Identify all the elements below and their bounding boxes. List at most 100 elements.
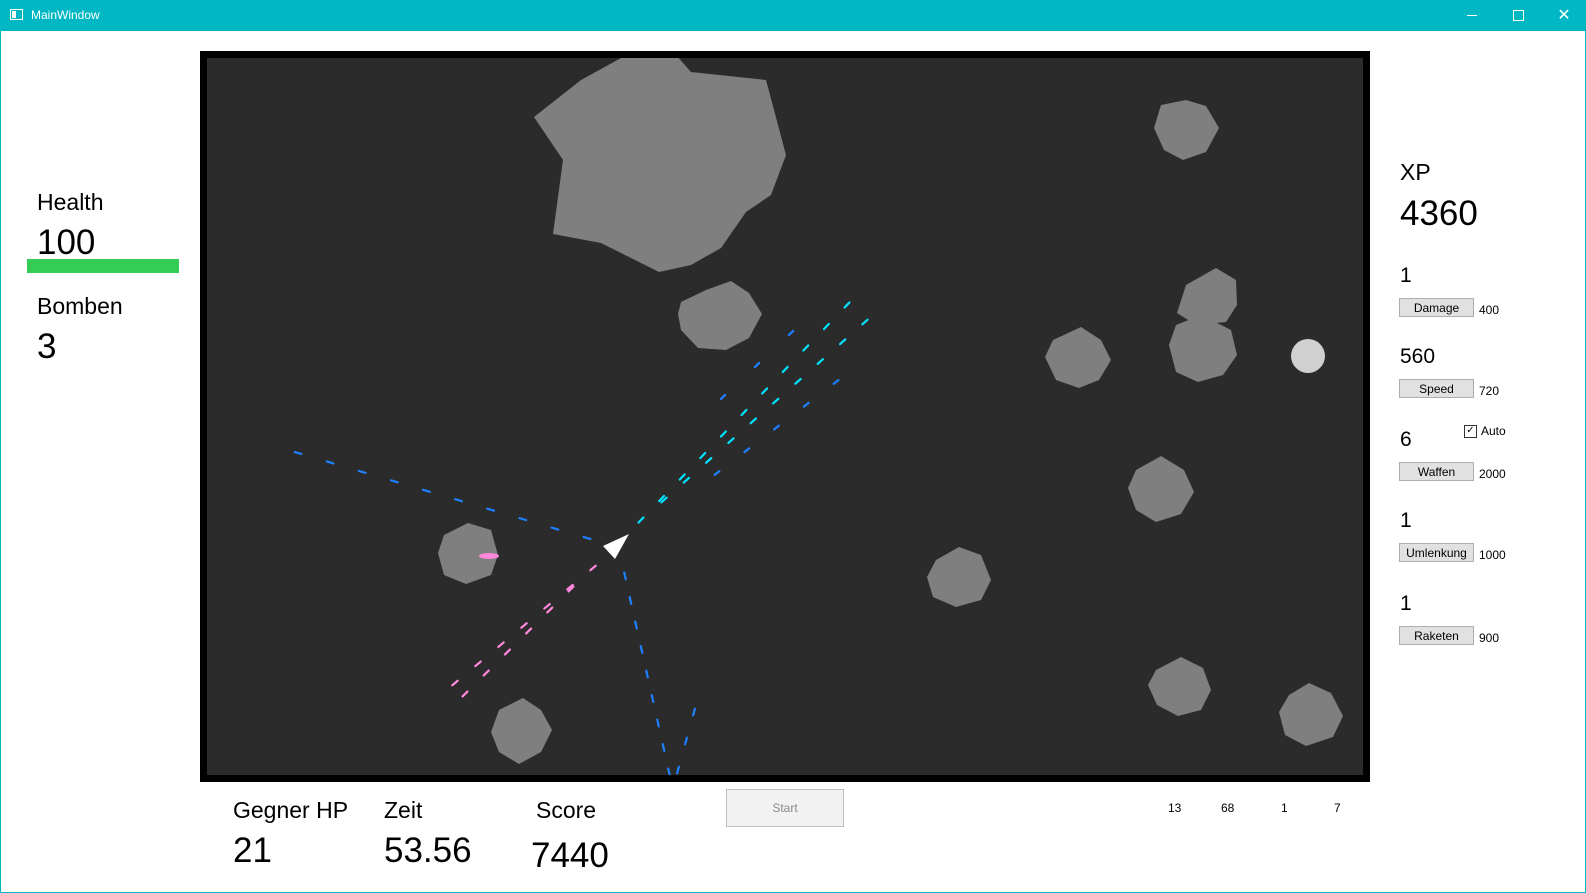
close-button[interactable]: ✕ xyxy=(1541,0,1586,31)
bullet-pink xyxy=(543,602,551,610)
auto-checkbox[interactable]: ✓ Auto xyxy=(1464,424,1506,438)
bullet-cyan xyxy=(699,451,707,460)
bullet-pink xyxy=(525,627,533,635)
asteroid xyxy=(678,281,762,350)
bullet-blue xyxy=(675,765,681,775)
bullet-cyan xyxy=(682,476,691,484)
bullet-blue xyxy=(667,767,671,775)
weapons-level: 6 xyxy=(1400,428,1412,451)
bullet-blue xyxy=(802,401,810,408)
start-button[interactable]: Start xyxy=(726,789,844,827)
bombs-value: 3 xyxy=(37,327,57,366)
bullet-blue xyxy=(421,488,431,493)
bullet-pink xyxy=(589,564,597,572)
counter-3: 1 xyxy=(1281,801,1288,815)
xp-label: XP xyxy=(1400,159,1431,185)
bullet-cyan xyxy=(719,430,727,438)
asteroid xyxy=(1148,657,1211,716)
bullet-blue xyxy=(634,620,638,630)
bullet-blue xyxy=(753,361,761,369)
rockets-cost: 900 xyxy=(1479,631,1500,645)
bullet-blue xyxy=(743,447,751,454)
bullet-blue xyxy=(656,718,660,728)
speed-cost: 720 xyxy=(1479,384,1500,398)
health-label: Health xyxy=(37,189,104,215)
asteroid-large xyxy=(534,58,786,272)
time-label: Zeit xyxy=(384,797,423,823)
rockets-level: 1 xyxy=(1400,592,1412,615)
bullet-cyan xyxy=(704,457,713,464)
bullet-cyan xyxy=(771,397,780,405)
bullet-cyan xyxy=(822,322,830,331)
asteroid xyxy=(1045,327,1111,388)
bullet-blue xyxy=(454,498,464,503)
bullet-blue xyxy=(661,742,666,753)
bullet-pink xyxy=(451,679,459,687)
app-window-icon xyxy=(10,9,23,20)
bullet-blue xyxy=(787,329,795,337)
bullet-blue xyxy=(389,479,399,484)
bullet-cyan xyxy=(861,318,869,326)
bullet-blue xyxy=(645,669,649,679)
bullet-blue xyxy=(486,507,496,512)
bullet-blue xyxy=(293,450,303,456)
bullet-cyan xyxy=(802,344,810,352)
bullet-blue xyxy=(550,526,560,531)
bullet-blue xyxy=(650,693,655,704)
bullet-cyan xyxy=(740,408,748,417)
bullet-cyan xyxy=(678,473,686,481)
bullet-blue xyxy=(582,535,592,541)
health-bar-fill xyxy=(27,259,179,273)
bullet-blue xyxy=(325,460,335,465)
bullet-blue xyxy=(832,379,840,385)
auto-checkbox-box[interactable]: ✓ xyxy=(1464,424,1477,438)
asteroid xyxy=(1279,683,1343,746)
player-ship xyxy=(603,534,629,559)
rockets-upgrade-button[interactable]: Raketen xyxy=(1399,626,1474,645)
maximize-icon xyxy=(1512,10,1524,21)
counter-2: 68 xyxy=(1221,801,1235,815)
enemy-hp-label: Gegner HP xyxy=(233,797,349,823)
asteroid xyxy=(491,698,552,764)
bullet-pink xyxy=(520,622,528,629)
main-window: MainWindow ✕ Health 100 Bomben 3 XP 4360… xyxy=(0,0,1586,893)
bullet-pink xyxy=(497,641,505,649)
bullet-cyan xyxy=(816,358,825,365)
maximize-button[interactable] xyxy=(1495,0,1541,31)
weapons-upgrade-button[interactable]: Waffen xyxy=(1399,462,1474,481)
bullet-pink xyxy=(546,606,554,614)
bullet-cyan xyxy=(761,387,769,395)
title-bar[interactable]: MainWindow ✕ xyxy=(1,0,1586,31)
asteroid xyxy=(1154,100,1219,160)
bullet-blue xyxy=(683,736,689,746)
speed-upgrade-button[interactable]: Speed xyxy=(1399,379,1474,398)
asteroid xyxy=(927,547,991,607)
bullet-cyan xyxy=(843,301,851,309)
bullet-blue xyxy=(357,469,367,474)
missile xyxy=(479,553,499,559)
score-label: Score xyxy=(536,797,597,823)
game-canvas[interactable] xyxy=(207,58,1363,775)
bullet-blue xyxy=(691,707,697,717)
deflection-upgrade-button[interactable]: Umlenkung xyxy=(1399,543,1474,562)
bullet-pink xyxy=(482,669,490,677)
bullet-cyan xyxy=(794,377,802,385)
asteroid xyxy=(1128,456,1194,522)
bullet-cyan xyxy=(838,338,847,346)
asteroid xyxy=(1169,315,1237,382)
minimize-icon xyxy=(1467,15,1477,16)
bullet-cyan xyxy=(637,516,645,524)
minimize-button[interactable] xyxy=(1449,0,1495,31)
xp-value: 4360 xyxy=(1400,194,1478,233)
health-value: 100 xyxy=(37,223,96,262)
damage-upgrade-button[interactable]: Damage xyxy=(1399,298,1474,317)
window-title: MainWindow xyxy=(31,8,100,22)
speed-level: 560 xyxy=(1400,345,1436,368)
bullet-blue xyxy=(628,595,633,606)
counter-1: 13 xyxy=(1168,801,1182,815)
close-icon: ✕ xyxy=(1557,6,1571,24)
enemy-hp-value: 21 xyxy=(233,831,272,870)
health-bar xyxy=(27,259,179,273)
auto-label: Auto xyxy=(1481,424,1506,438)
bullet-blue xyxy=(518,517,528,522)
